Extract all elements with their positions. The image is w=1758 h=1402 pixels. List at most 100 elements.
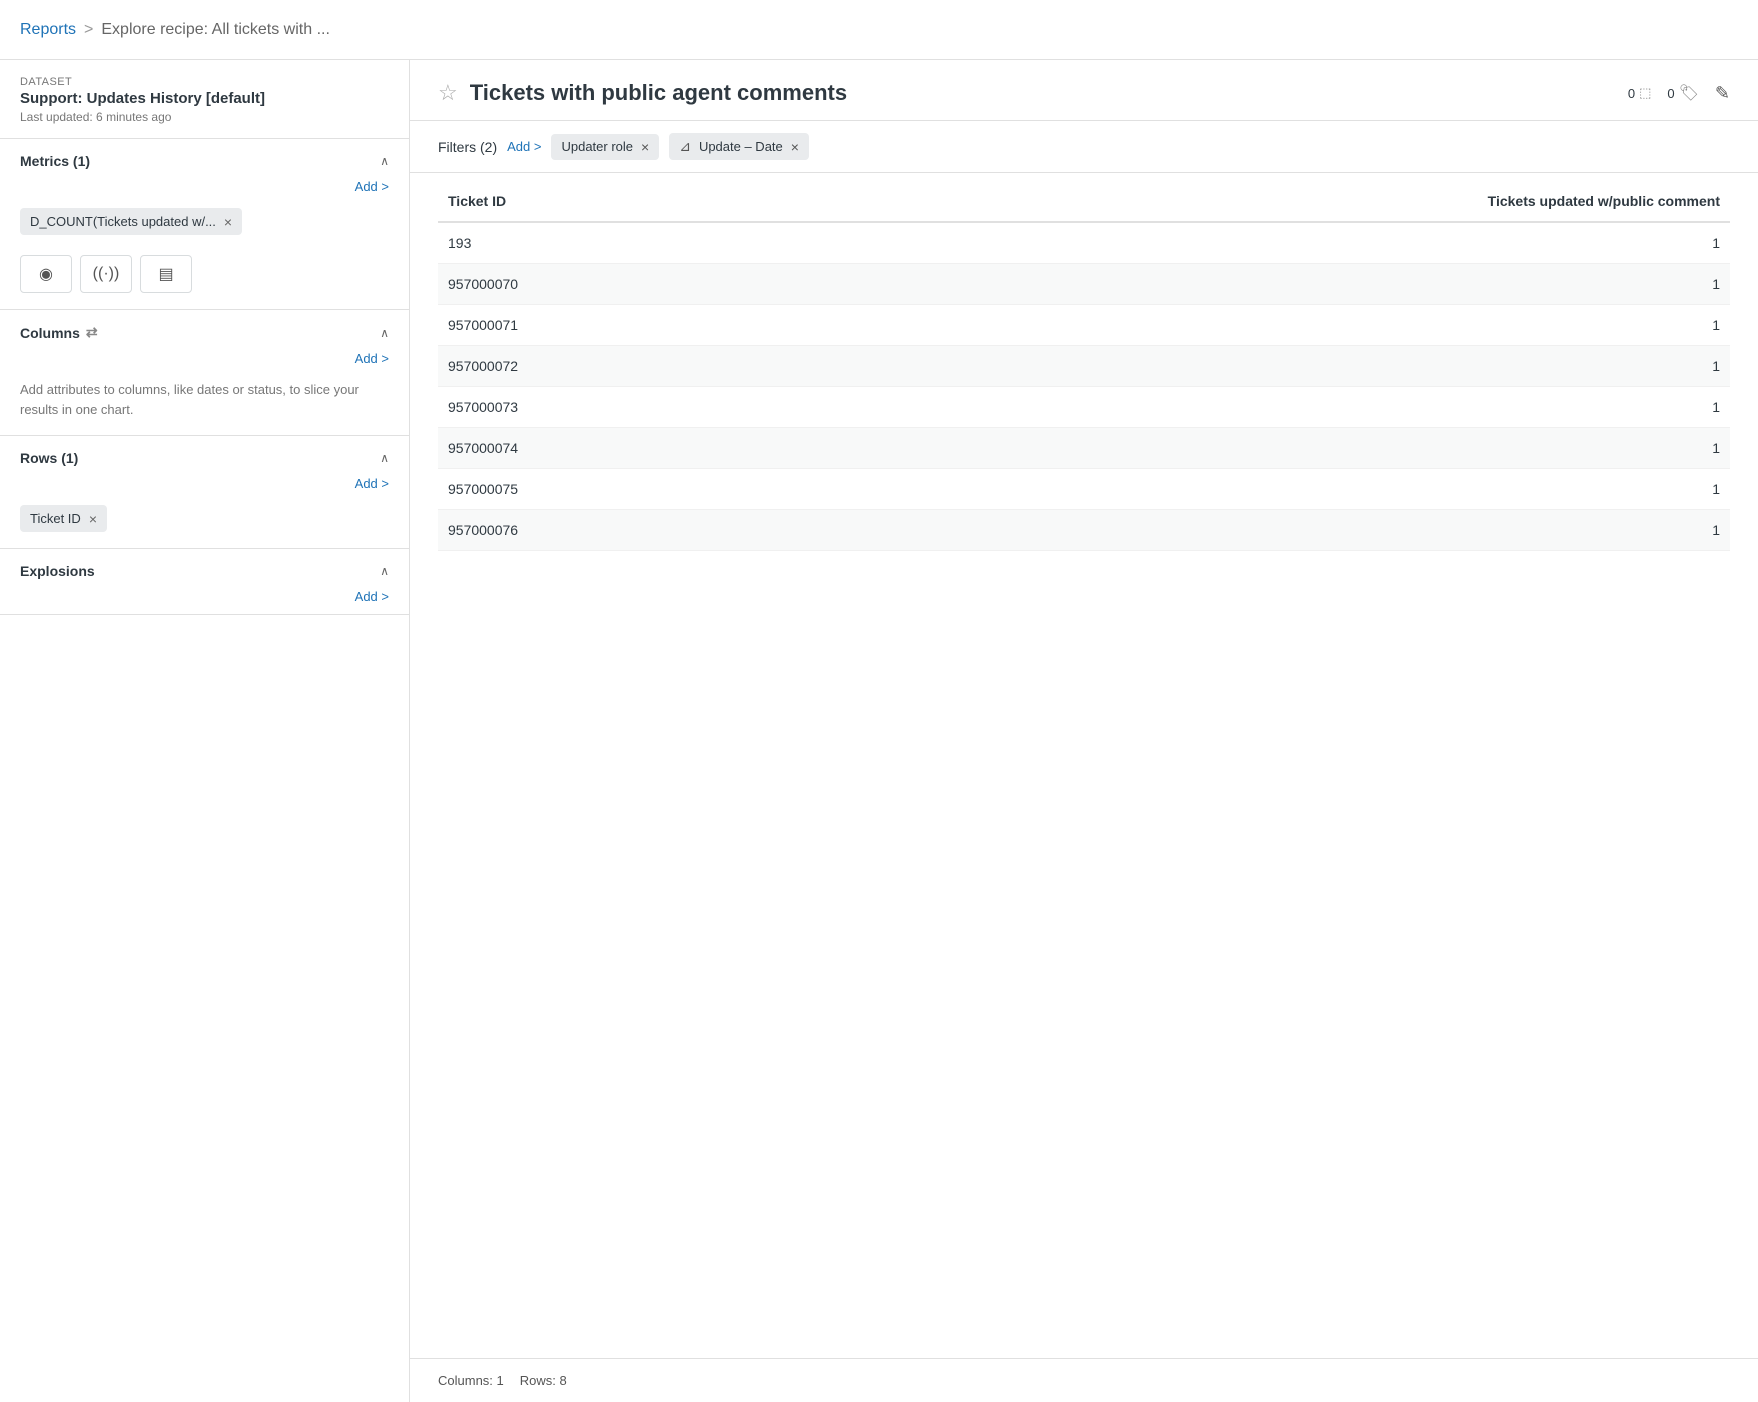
cell-value: 1 [778, 305, 1730, 346]
filters-add-button[interactable]: Add > [507, 139, 541, 154]
rows-chip-remove[interactable]: × [89, 512, 97, 526]
dataset-name: Support: Updates History [default] [20, 90, 389, 107]
cell-ticket-id: 957000070 [438, 264, 778, 305]
dataset-info: Dataset Support: Updates History [defaul… [0, 60, 409, 139]
viz-wave-button[interactable]: ((·)) [80, 255, 132, 293]
table-footer: Columns: 1 Rows: 8 [410, 1358, 1758, 1402]
cell-ticket-id: 957000071 [438, 305, 778, 346]
col-header-ticket-id: Ticket ID [438, 181, 778, 222]
tags-action: 0 🏷 [1667, 83, 1699, 103]
metrics-chip-row: D_COUNT(Tickets updated w/... × [0, 204, 409, 251]
dataset-label: Dataset [20, 76, 389, 88]
col-header-public-comment: Tickets updated w/public comment [778, 181, 1730, 222]
rows-chip-row: Ticket ID × [0, 501, 409, 548]
tags-icon: 🏷 [1679, 83, 1699, 103]
rows-section-title: Rows (1) [20, 450, 78, 466]
filters-label: Filters (2) [438, 139, 497, 155]
cell-value: 1 [778, 510, 1730, 551]
filter-chip-update-date-label: Update – Date [699, 139, 783, 154]
cell-ticket-id: 193 [438, 222, 778, 264]
metrics-chip-label: D_COUNT(Tickets updated w/... [30, 214, 216, 229]
table-row: 957000073 1 [438, 387, 1730, 428]
metrics-add-button[interactable]: Add > [0, 179, 409, 204]
viz-icons-row: ◉ ((·)) ▤ [0, 251, 409, 309]
columns-empty-text: Add attributes to columns, like dates or… [0, 376, 409, 435]
metrics-chip: D_COUNT(Tickets updated w/... × [20, 208, 242, 235]
columns-section-header[interactable]: Columns ⇄ ∧ [0, 310, 409, 351]
sidebar: Dataset Support: Updates History [defaul… [0, 60, 410, 1402]
data-table-wrapper: Ticket ID Tickets updated w/public comme… [410, 173, 1758, 1358]
cell-value: 1 [778, 346, 1730, 387]
table-row: 957000071 1 [438, 305, 1730, 346]
columns-section: Columns ⇄ ∧ Add > Add attributes to colu… [0, 310, 409, 436]
footer-columns: Columns: 1 [438, 1373, 504, 1388]
table-row: 957000075 1 [438, 469, 1730, 510]
cell-value: 1 [778, 264, 1730, 305]
columns-add-button[interactable]: Add > [0, 351, 409, 376]
metrics-chip-remove[interactable]: × [224, 215, 232, 229]
rows-section-header[interactable]: Rows (1) ∧ [0, 436, 409, 476]
table-row: 957000074 1 [438, 428, 1730, 469]
cell-ticket-id: 957000076 [438, 510, 778, 551]
tags-count: 0 [1667, 86, 1674, 101]
columns-section-title: Columns ⇄ [20, 324, 98, 341]
cell-ticket-id: 957000072 [438, 346, 778, 387]
comments-sub-icon: ⬚ [1639, 85, 1651, 101]
comments-action: 0 ⬚ [1628, 85, 1652, 101]
data-table: Ticket ID Tickets updated w/public comme… [438, 181, 1730, 551]
metrics-section: Metrics (1) ∧ Add > D_COUNT(Tickets upda… [0, 139, 409, 310]
edit-icon[interactable]: ✎ [1715, 83, 1730, 104]
explosions-collapse-icon: ∧ [380, 564, 389, 578]
explosions-add-button[interactable]: Add > [0, 589, 409, 614]
rows-collapse-icon: ∧ [380, 451, 389, 465]
viz-chat-button[interactable]: ▤ [140, 255, 192, 293]
rows-section: Rows (1) ∧ Add > Ticket ID × [0, 436, 409, 549]
footer-rows: Rows: 8 [520, 1373, 567, 1388]
cell-ticket-id: 957000075 [438, 469, 778, 510]
metrics-section-header[interactable]: Metrics (1) ∧ [0, 139, 409, 179]
filter-chip-updater-role-label: Updater role [561, 139, 633, 154]
dataset-updated: Last updated: 6 minutes ago [20, 110, 389, 124]
star-icon[interactable]: ☆ [438, 80, 458, 106]
report-header: ☆ Tickets with public agent comments 0 ⬚… [410, 60, 1758, 121]
filter-chip-updater-role[interactable]: Updater role × [551, 134, 659, 160]
rows-chip-label: Ticket ID [30, 511, 81, 526]
cell-ticket-id: 957000073 [438, 387, 778, 428]
filter-bar: Filters (2) Add > Updater role × ⊿ Updat… [410, 121, 1758, 173]
explosions-section-title: Explosions [20, 563, 95, 579]
explosions-section-header[interactable]: Explosions ∧ [0, 549, 409, 589]
metrics-section-title: Metrics (1) [20, 153, 90, 169]
main-layout: Dataset Support: Updates History [defaul… [0, 60, 1758, 1402]
filter-chip-update-date[interactable]: ⊿ Update – Date × [669, 133, 809, 160]
rows-chip: Ticket ID × [20, 505, 107, 532]
report-title-group: ☆ Tickets with public agent comments [438, 80, 847, 106]
shuffle-icon: ⇄ [86, 324, 98, 341]
cell-value: 1 [778, 469, 1730, 510]
rows-add-button[interactable]: Add > [0, 476, 409, 501]
cell-value: 1 [778, 387, 1730, 428]
cell-ticket-id: 957000074 [438, 428, 778, 469]
content-area: ☆ Tickets with public agent comments 0 ⬚… [410, 60, 1758, 1402]
filter-funnel-icon: ⊿ [679, 138, 691, 155]
breadcrumb-separator: > [84, 21, 93, 39]
filter-chip-updater-role-remove[interactable]: × [641, 139, 649, 155]
metrics-collapse-icon: ∧ [380, 154, 389, 168]
table-row: 957000070 1 [438, 264, 1730, 305]
columns-collapse-icon: ∧ [380, 326, 389, 340]
breadcrumb-bar: Reports > Explore recipe: All tickets wi… [0, 0, 1758, 60]
explosions-section: Explosions ∧ Add > [0, 549, 409, 615]
report-actions: 0 ⬚ 0 🏷 ✎ [1628, 83, 1730, 104]
table-header-row: Ticket ID Tickets updated w/public comme… [438, 181, 1730, 222]
breadcrumb-reports-link[interactable]: Reports [20, 21, 76, 39]
cell-value: 1 [778, 428, 1730, 469]
breadcrumb-current: Explore recipe: All tickets with ... [101, 21, 330, 39]
comments-count: 0 [1628, 86, 1635, 101]
table-row: 957000076 1 [438, 510, 1730, 551]
filter-chip-update-date-remove[interactable]: × [791, 139, 799, 155]
viz-drop-button[interactable]: ◉ [20, 255, 72, 293]
report-title: Tickets with public agent comments [470, 80, 847, 106]
table-body: 193 1 957000070 1 957000071 1 957000072 … [438, 222, 1730, 551]
table-row: 957000072 1 [438, 346, 1730, 387]
cell-value: 1 [778, 222, 1730, 264]
table-row: 193 1 [438, 222, 1730, 264]
